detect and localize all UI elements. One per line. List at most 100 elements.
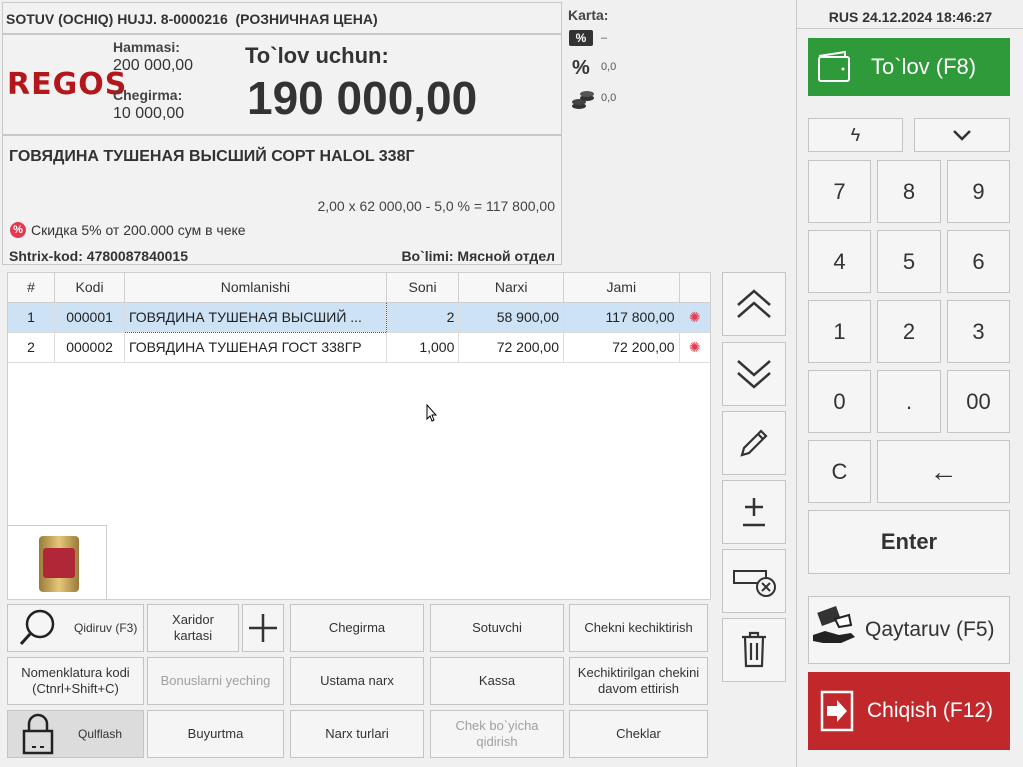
row-qty: 2 <box>386 302 460 333</box>
items-table[interactable]: # Kodi Nomlanishi Soni Narxi Jami 1 0000… <box>7 272 711 600</box>
add-button[interactable] <box>242 604 284 652</box>
lock-label: Qulflash <box>78 727 123 741</box>
return-label: Qaytaruv (F5) <box>865 618 995 641</box>
plus-icon <box>249 614 277 642</box>
cash-button[interactable]: Kassa <box>430 657 564 705</box>
enter-button[interactable]: Enter <box>808 510 1010 574</box>
key-3[interactable]: 3 <box>947 300 1010 363</box>
datetime: RUS 24.12.2024 18:46:27 <box>828 9 993 25</box>
col-name[interactable]: Nomlanishi <box>124 273 387 303</box>
row-name: ГОВЯДИНА ТУШЕНАЯ ГОСТ 338ГР <box>124 332 387 363</box>
col-num[interactable]: # <box>8 273 56 303</box>
logo: REGOS <box>7 67 128 102</box>
row-sum: 117 800,00 <box>563 302 680 333</box>
remove-bonus-button[interactable]: Bonuslarni yeching <box>147 657 284 705</box>
table-row[interactable]: 2 000002 ГОВЯДИНА ТУШЕНАЯ ГОСТ 338ГР 1,0… <box>8 332 710 363</box>
key-0[interactable]: 0 <box>808 370 871 433</box>
percent-value: 0,0 <box>601 61 617 73</box>
col-code[interactable]: Kodi <box>54 273 125 303</box>
row-code: 000002 <box>54 332 125 363</box>
continue-delayed-button[interactable]: Kechiktirilgan chekini davom ettirish <box>569 657 708 705</box>
key-9[interactable]: 9 <box>947 160 1010 223</box>
plus-minus-button[interactable] <box>722 480 786 544</box>
product-name: ГОВЯДИНА ТУШЕНАЯ ВЫСШИЙ СОРТ HALOL 338Г <box>9 148 415 165</box>
key-7[interactable]: 7 <box>808 160 871 223</box>
key-1[interactable]: 1 <box>808 300 871 363</box>
pay-value: 190 000,00 <box>247 72 478 124</box>
barcode: Shtrix-kod: 4780087840015 <box>9 248 188 264</box>
key-5[interactable]: 5 <box>877 230 941 293</box>
coins-value: 0,0 <box>601 92 617 104</box>
total-label: Hammasi: <box>113 39 180 55</box>
trash-button[interactable] <box>722 618 786 682</box>
row-num: 2 <box>8 332 56 363</box>
lock-icon <box>22 713 54 755</box>
lock-button[interactable]: Qulflash <box>7 710 144 758</box>
discount-flag-icon: ✺ <box>679 302 710 333</box>
promo-text: Скидка 5% от 200.000 сум в чеке <box>31 222 246 238</box>
scroll-down-button[interactable] <box>722 342 786 406</box>
return-button[interactable]: Qaytaruv (F5) <box>808 596 1010 664</box>
product-can-icon <box>39 536 79 592</box>
key-clear[interactable]: C <box>808 440 871 503</box>
product-calc: 2,00 x 62 000,00 - 5,0 % = 117 800,00 <box>317 198 555 214</box>
pay-button[interactable]: To`lov (F8) <box>808 38 1010 96</box>
card-panel: Karta: % – % 0,0 0,0 <box>563 2 795 265</box>
row-sum: 72 200,00 <box>563 332 680 363</box>
pay-label: To`lov uchun: <box>245 43 389 68</box>
card-label: Karta: <box>568 7 609 23</box>
key-dot[interactable]: . <box>877 370 941 433</box>
table-row[interactable]: 1 000001 ГОВЯДИНА ТУШЕНАЯ ВЫСШИЙ ... 2 5… <box>8 301 710 333</box>
delay-check-button[interactable]: Chekni kechiktirish <box>569 604 708 652</box>
customer-card-button[interactable]: Xaridor kartasi <box>147 604 239 652</box>
totals-panel: REGOS Hammasi: 200 000,00 Chegirma: 10 0… <box>2 34 562 135</box>
search-label: Qidiruv (F3) <box>74 621 138 635</box>
col-qty[interactable]: Soni <box>386 273 460 303</box>
dropdown-button[interactable] <box>914 118 1010 152</box>
col-price[interactable]: Narxi <box>458 273 564 303</box>
product-image <box>7 525 107 600</box>
discount-button[interactable]: Chegirma <box>290 604 424 652</box>
master-price-button[interactable]: Ustama narx <box>290 657 424 705</box>
key-6[interactable]: 6 <box>947 230 1010 293</box>
total-value: 200 000,00 <box>113 57 194 74</box>
quick-pay-button[interactable]: ϟ <box>808 118 903 152</box>
search-icon <box>19 609 55 646</box>
row-qty: 1,000 <box>386 332 460 363</box>
percent-badge-icon: % <box>569 30 593 46</box>
department: Bo`limi: Мясной отдел <box>401 248 555 264</box>
delete-row-button[interactable] <box>722 549 786 613</box>
key-8[interactable]: 8 <box>877 160 941 223</box>
discount-value: 10 000,00 <box>113 105 185 122</box>
price-types-button[interactable]: Narx turlari <box>290 710 424 758</box>
return-money-icon <box>813 606 855 643</box>
key-4[interactable]: 4 <box>808 230 871 293</box>
edit-button[interactable] <box>722 411 786 475</box>
seller-button[interactable]: Sotuvchi <box>430 604 564 652</box>
backspace-button[interactable]: ← <box>877 440 1010 503</box>
nomenclature-code-button[interactable]: Nomenklatura kodi (Ctnrl+Shift+C) <box>7 657 144 705</box>
mouse-cursor-icon <box>426 403 438 427</box>
search-button[interactable]: Qidiruv (F3) <box>7 604 144 652</box>
percent-icon: % <box>572 57 590 79</box>
row-price: 58 900,00 <box>458 302 564 333</box>
col-flag <box>679 273 710 303</box>
exit-button[interactable]: Chiqish (F12) <box>808 672 1010 750</box>
order-button[interactable]: Buyurtma <box>147 710 284 758</box>
coins-icon <box>571 88 595 117</box>
percent-badge-value: – <box>601 32 608 44</box>
scroll-up-button[interactable] <box>722 272 786 336</box>
checks-button[interactable]: Cheklar <box>569 710 708 758</box>
row-num: 1 <box>8 302 56 333</box>
discount-label: Chegirma: <box>113 87 183 103</box>
row-code: 000001 <box>54 302 125 333</box>
key-2[interactable]: 2 <box>877 300 941 363</box>
search-by-check-button[interactable]: Chek bo`yicha qidirish <box>430 710 564 758</box>
pay-label: To`lov (F8) <box>871 54 977 79</box>
header-panel: SOTUV (OCHIQ) HUJJ. 8-0000216 (РОЗНИЧНАЯ… <box>2 2 562 34</box>
row-price: 72 200,00 <box>458 332 564 363</box>
discount-flag-icon: ✺ <box>679 332 710 363</box>
key-00[interactable]: 00 <box>947 370 1010 433</box>
table-header: # Kodi Nomlanishi Soni Narxi Jami <box>8 273 710 303</box>
col-sum[interactable]: Jami <box>563 273 680 303</box>
